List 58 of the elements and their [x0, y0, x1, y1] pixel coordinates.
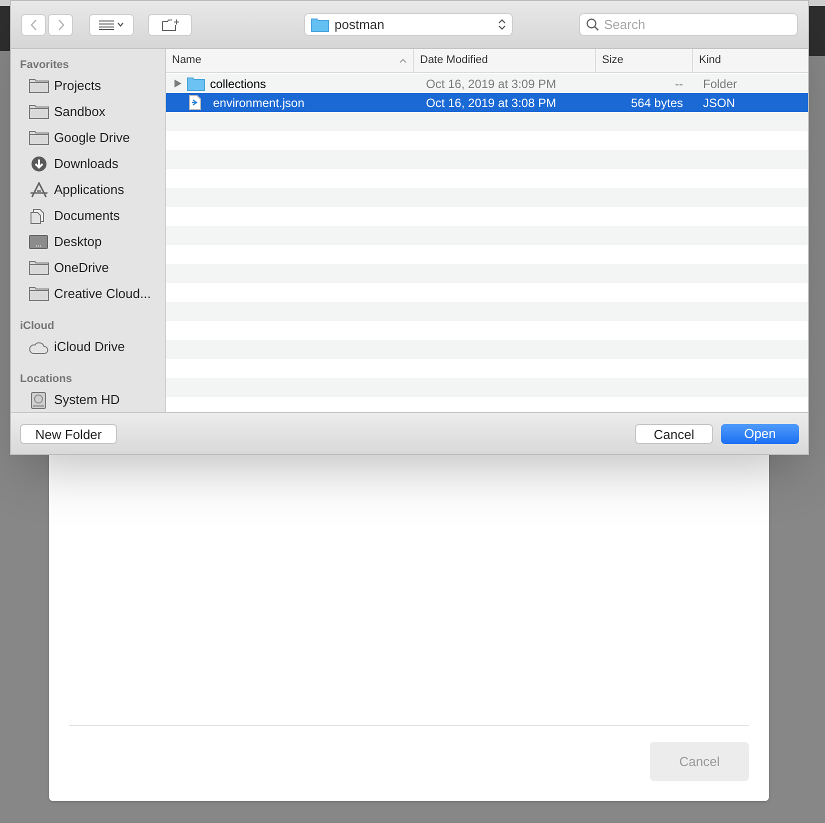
sidebar-item[interactable]: Projects [11, 73, 165, 99]
folder-icon [29, 130, 49, 146]
download-icon [29, 156, 49, 172]
desktop-icon [29, 234, 49, 250]
folder-icon [29, 286, 49, 302]
sidebar-item[interactable]: Google Drive [11, 125, 165, 151]
chevron-left-icon [30, 18, 38, 30]
date-modified: Oct 16, 2019 at 3:09 PM [425, 76, 558, 92]
file-kind: JSON [702, 94, 736, 112]
new-folder-button[interactable]: New Folder [20, 424, 117, 444]
file-name: environment.json [213, 94, 304, 112]
compass-tools-icon [29, 182, 49, 198]
sidebar-item[interactable]: System HD [11, 387, 165, 412]
section-heading: Locations [19, 372, 73, 387]
sidebar-item[interactable]: Applications [11, 177, 165, 203]
folder-plus-icon [162, 18, 178, 30]
column-header[interactable]: Date Modified [414, 49, 596, 72]
column-header[interactable]: Kind [693, 49, 808, 72]
sidebar-item[interactable]: Desktop [11, 229, 165, 255]
sidebar-item[interactable]: iCloud Drive [11, 334, 165, 360]
file-row[interactable]: collections Oct 16, 2019 at 3:09 PM -- Folder [166, 74, 808, 93]
sidebar-item[interactable]: Documents [11, 203, 165, 229]
open-button[interactable]: Open [721, 424, 799, 444]
column-header[interactable]: Size [596, 49, 693, 72]
caret-icon [117, 22, 124, 27]
folder-icon [29, 78, 49, 94]
new-folder-icon-button[interactable] [148, 14, 192, 36]
folder-icon [310, 18, 328, 32]
chevron-right-icon [56, 18, 64, 30]
list-view-icon [99, 20, 114, 30]
sidebar-item[interactable]: Sandbox [11, 99, 165, 125]
sidebar-item[interactable]: OneDrive [11, 255, 165, 281]
search-icon [586, 18, 599, 31]
location-dropdown[interactable]: postman [304, 13, 512, 36]
hard-drive-icon [29, 392, 49, 408]
folder-icon [29, 104, 49, 120]
view-options-button[interactable] [89, 14, 134, 36]
up-down-chevron-icon [498, 18, 506, 31]
column-header[interactable]: Name [166, 49, 414, 72]
disclosure-triangle-icon [174, 79, 182, 88]
sidebar-item[interactable]: Creative Cloud... [11, 281, 165, 307]
app-header-background [0, 6, 10, 51]
sidebar-item[interactable]: Downloads [11, 151, 165, 177]
document-icon [189, 95, 201, 110]
cancel-button[interactable]: Cancel [635, 424, 713, 444]
section-heading: Favorites [19, 58, 70, 73]
sort-caret-icon [399, 58, 407, 63]
file-kind: Folder [702, 76, 738, 92]
folder-icon [29, 260, 49, 276]
section-heading: iCloud [19, 319, 56, 334]
file-row[interactable]: environment.json Oct 16, 2019 at 3:08 PM 564 bytes JSON [166, 93, 808, 112]
file-name: collections [210, 76, 266, 92]
date-modified: Oct 16, 2019 at 3:08 PM [425, 94, 558, 112]
folder-icon [187, 76, 205, 90]
search-field[interactable]: Search [579, 13, 798, 36]
app-header-background [809, 6, 825, 56]
file-size: 564 bytes [630, 94, 684, 112]
file-size: -- [674, 76, 684, 92]
